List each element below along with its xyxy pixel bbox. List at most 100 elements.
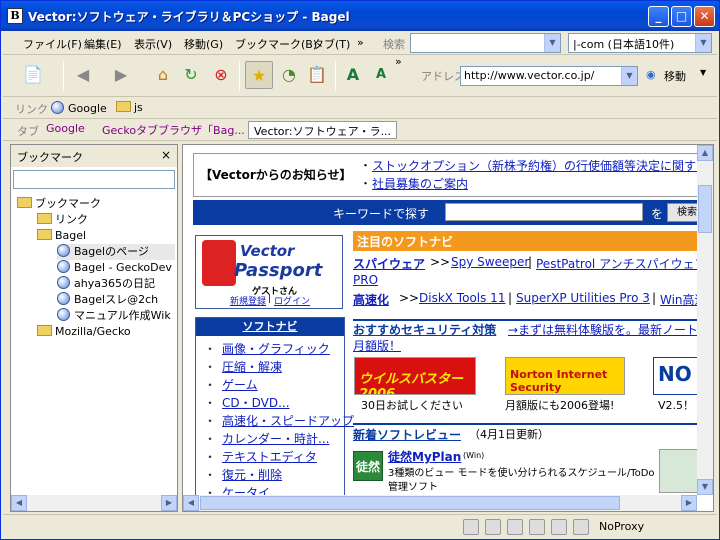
bookmark-star-icon[interactable]: ★ bbox=[245, 61, 273, 89]
history-icon[interactable]: ◔ bbox=[275, 61, 303, 89]
close-button[interactable]: ✕ bbox=[694, 6, 715, 27]
title-bar[interactable]: B Vector:ソフトウェア・ライブラリ＆PCショップ - Bagel _ □… bbox=[1, 1, 719, 31]
tree-item-manual-wiki[interactable]: マニュアル作成Wik bbox=[57, 308, 171, 324]
vector-passport-banner[interactable]: Vector Passport ゲストさん 新規登録 | ログイン bbox=[195, 235, 343, 309]
menu-edit[interactable]: 編集(E) bbox=[84, 36, 122, 52]
menu-go[interactable]: 移動(G) bbox=[184, 36, 223, 52]
norton-banner[interactable]: Norton Internet Security bbox=[505, 357, 625, 395]
menu-bookmarks[interactable]: ブックマーク(B) bbox=[235, 36, 317, 52]
tab-google[interactable]: Google bbox=[41, 121, 90, 139]
review-app-link[interactable]: 徒然MyPlan bbox=[388, 448, 461, 465]
tree-item-geckodev[interactable]: Bagel - GeckoDev bbox=[57, 260, 172, 276]
tools-icon[interactable] bbox=[463, 519, 479, 535]
go-button[interactable]: 移動 bbox=[664, 68, 686, 84]
window-icon[interactable] bbox=[551, 519, 567, 535]
content-horizontal-scrollbar[interactable]: ◀ ▶ bbox=[183, 495, 697, 511]
link-google[interactable]: Google bbox=[51, 101, 107, 115]
category-item[interactable]: ・カレンダー・時計... bbox=[204, 430, 329, 447]
tree-item-bookmarks[interactable]: ブックマーク bbox=[17, 196, 101, 212]
category-link[interactable]: カレンダー・時計... bbox=[222, 432, 329, 446]
toolbar-overflow[interactable]: » bbox=[395, 55, 402, 68]
category-link[interactable]: 画像・グラフィック bbox=[222, 342, 330, 356]
passport-register-link[interactable]: 新規登録 bbox=[230, 294, 266, 307]
link-js[interactable]: js bbox=[116, 101, 143, 114]
diskx-link[interactable]: DiskX Tools 11 bbox=[419, 291, 505, 305]
tree-item-bagel-page[interactable]: Bagelのページ bbox=[57, 244, 175, 260]
scroll-right-icon[interactable]: ▶ bbox=[681, 495, 697, 511]
content-vertical-scrollbar[interactable]: ▲ ▼ bbox=[697, 145, 713, 495]
tree-item-bagel[interactable]: Bagel bbox=[37, 228, 86, 244]
minimize-button[interactable]: _ bbox=[648, 6, 669, 27]
passport-login-link[interactable]: ログイン bbox=[274, 294, 310, 307]
tab-gecko[interactable]: Geckoタブブラウザ「Bag... bbox=[97, 121, 250, 139]
chevron-down-icon[interactable]: ▼ bbox=[621, 67, 637, 85]
tab-vector[interactable]: Vector:ソフトウェア・ラ... bbox=[248, 121, 398, 139]
new-document-icon[interactable]: 📄 bbox=[19, 61, 47, 89]
chevron-down-icon[interactable]: ▼ bbox=[544, 34, 560, 52]
reload-icon[interactable]: ↻ bbox=[177, 61, 205, 89]
tree-item-ahya365[interactable]: ahya365の日記 bbox=[57, 276, 155, 292]
scroll-thumb[interactable] bbox=[698, 185, 712, 233]
news-link-stock-option[interactable]: ストックオプション（新株予約権）の行使価額等決定に関する bbox=[372, 157, 708, 174]
scroll-right-icon[interactable]: ▶ bbox=[161, 495, 177, 511]
close-icon[interactable]: × bbox=[161, 148, 171, 162]
superxp-link[interactable]: SuperXP Utilities Pro 3 bbox=[516, 291, 650, 305]
scroll-up-icon[interactable]: ▲ bbox=[697, 145, 713, 161]
menu-tabs[interactable]: タブ(T) bbox=[313, 36, 350, 52]
pestpatrol-pro-link[interactable]: PRO bbox=[353, 273, 378, 287]
category-item[interactable]: ・復元・削除 bbox=[204, 466, 282, 483]
block-icon[interactable] bbox=[485, 519, 501, 535]
third-security-banner[interactable]: NO bbox=[653, 357, 699, 395]
text-larger-icon[interactable]: A bbox=[339, 61, 367, 89]
proxy-status[interactable]: NoProxy bbox=[599, 520, 644, 533]
category-link[interactable]: 圧縮・解凍 bbox=[222, 360, 282, 374]
menu-overflow[interactable]: » bbox=[357, 36, 364, 49]
search-input[interactable]: ▼ bbox=[410, 33, 561, 53]
sidebar-search-input[interactable] bbox=[13, 170, 175, 189]
category-link[interactable]: CD・DVD... bbox=[222, 396, 290, 410]
category-item[interactable]: ・ゲーム bbox=[204, 376, 258, 393]
search-engine-select[interactable]: |-com (日本語10件) ▼ bbox=[568, 33, 712, 53]
category-item[interactable]: ・画像・グラフィック bbox=[204, 340, 330, 357]
settings-icon[interactable] bbox=[573, 519, 589, 535]
category-header[interactable]: ソフトナビ bbox=[196, 318, 344, 336]
category-link[interactable]: ゲーム bbox=[222, 378, 258, 392]
forward-icon[interactable]: ▶ bbox=[107, 61, 135, 89]
home-icon[interactable]: ⌂ bbox=[149, 61, 177, 89]
tree-item-links[interactable]: リンク bbox=[37, 212, 88, 228]
category-link[interactable]: 復元・削除 bbox=[222, 468, 282, 482]
category-item[interactable]: ・高速化・スピードアップ bbox=[204, 412, 354, 429]
menu-file[interactable]: ファイル(F) bbox=[23, 36, 82, 52]
text-smaller-icon[interactable]: A bbox=[367, 61, 395, 89]
category-item[interactable]: ・圧縮・解凍 bbox=[204, 358, 282, 375]
review-title[interactable]: 新着ソフトレビュー bbox=[353, 426, 461, 443]
category-link[interactable]: 高速化・スピードアップ bbox=[222, 414, 354, 428]
scroll-left-icon[interactable]: ◀ bbox=[11, 495, 27, 511]
scroll-thumb[interactable] bbox=[200, 496, 620, 510]
virusbuster-banner[interactable]: ウイルスバスター2006 bbox=[354, 357, 476, 395]
stop-icon[interactable]: ⊗ bbox=[207, 61, 235, 89]
category-item[interactable]: ・ CD・DVD... bbox=[204, 394, 290, 411]
category-item[interactable]: ・テキストエディタ bbox=[204, 448, 317, 465]
scroll-left-icon[interactable]: ◀ bbox=[183, 495, 199, 511]
address-bar[interactable]: http://www.vector.co.jp/ ▼ bbox=[460, 66, 638, 86]
sidebar-horizontal-scrollbar[interactable]: ◀ ▶ bbox=[11, 495, 177, 511]
pestpatrol-link[interactable]: PestPatrol アンチスパイウェア bbox=[536, 255, 707, 272]
category-link[interactable]: テキストエディタ bbox=[222, 450, 317, 464]
spy-sweeper-link[interactable]: Spy Sweeper bbox=[451, 255, 529, 269]
go-dropdown-icon[interactable]: ▼ bbox=[700, 68, 706, 77]
security-trial-link[interactable]: →まずは無料体験版を。最新ノートン bbox=[508, 321, 710, 338]
keyword-input[interactable] bbox=[445, 203, 643, 221]
news-link-recruit[interactable]: 社員募集のご案内 bbox=[372, 175, 468, 192]
navi-spyware-link[interactable]: スパイウェア bbox=[353, 255, 425, 272]
chevron-down-icon[interactable]: ▼ bbox=[695, 34, 711, 52]
review-screenshot[interactable] bbox=[659, 449, 699, 493]
tree-item-mozilla-gecko[interactable]: Mozilla/Gecko bbox=[37, 324, 131, 340]
menu-view[interactable]: 表示(V) bbox=[134, 36, 172, 52]
security-monthly-link[interactable]: 月額版！ bbox=[353, 337, 401, 354]
maximize-button[interactable]: □ bbox=[671, 6, 692, 27]
network-icon[interactable] bbox=[529, 519, 545, 535]
back-icon[interactable]: ◀ bbox=[69, 61, 97, 89]
security-title[interactable]: おすすめセキュリティ対策 bbox=[353, 321, 496, 338]
page-info-icon[interactable] bbox=[507, 519, 523, 535]
